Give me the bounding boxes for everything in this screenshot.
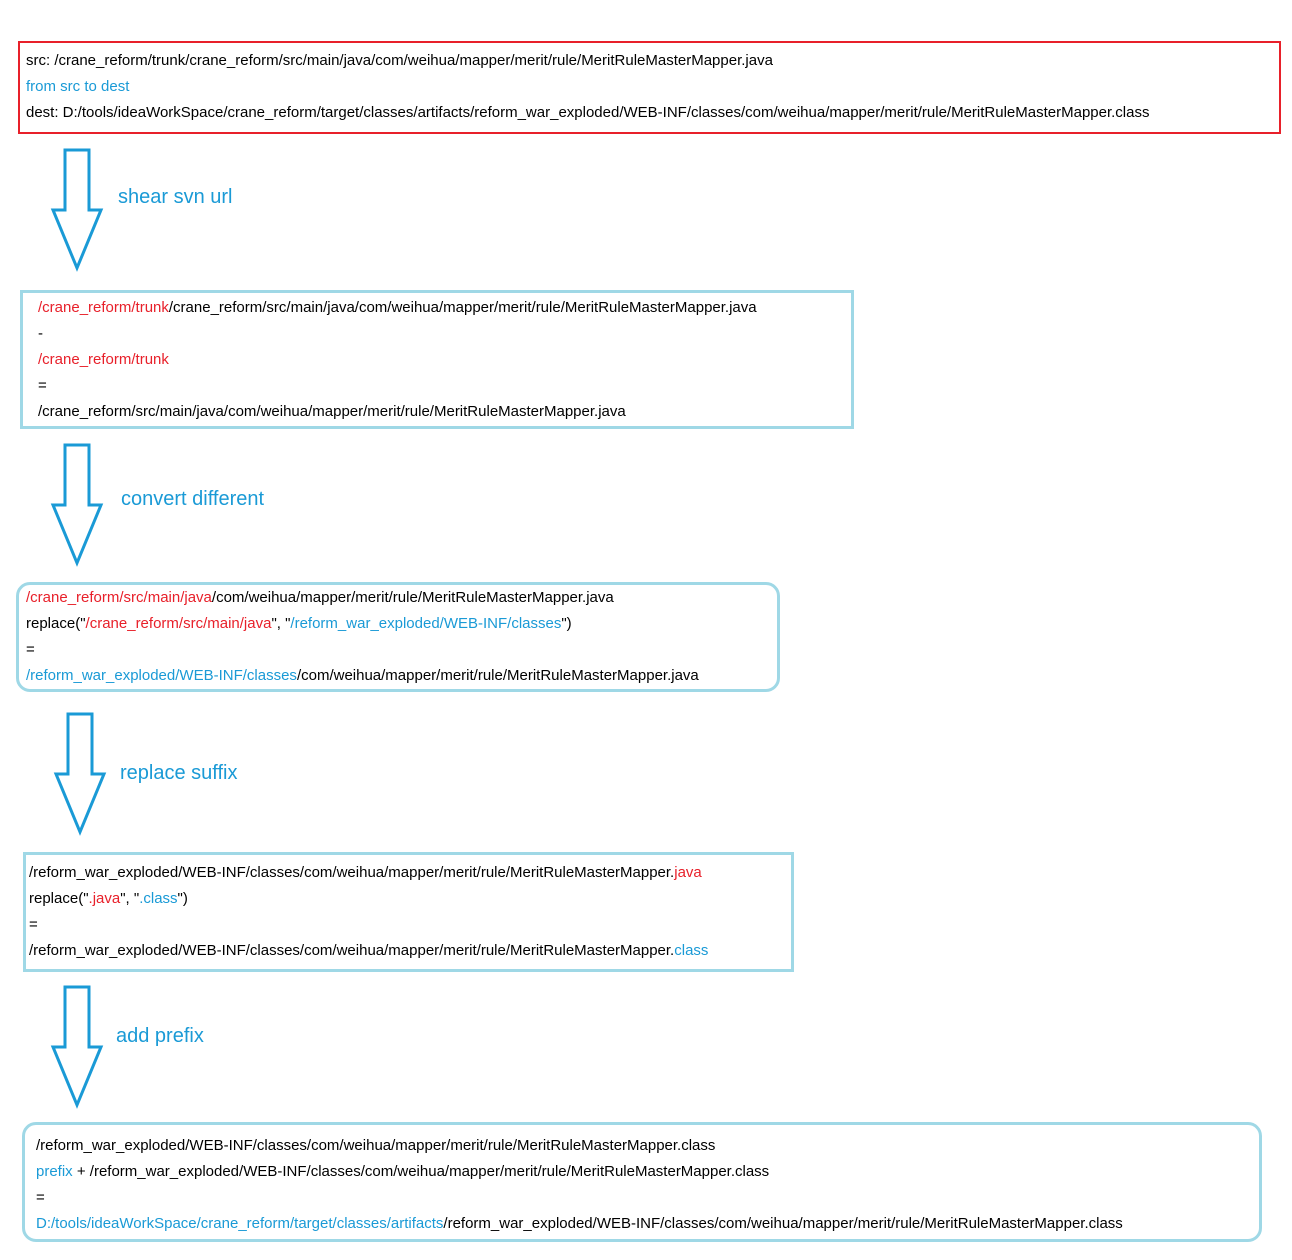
box2-line-3: /crane_reform/trunk	[38, 351, 169, 368]
shear-svn-url-box: /crane_reform/trunk/crane_reform/src/mai…	[20, 290, 854, 429]
source-destination-box: src: /crane_reform/trunk/crane_reform/sr…	[18, 41, 1281, 134]
box3-line-1: /crane_reform/src/main/java/com/weihua/m…	[26, 589, 614, 606]
convert-different-box: /crane_reform/src/main/java/com/weihua/m…	[16, 582, 780, 692]
box4-equals: =	[29, 916, 38, 933]
box4-replace-call: replace(".java", ".class")	[29, 890, 188, 907]
box5-equals: =	[36, 1189, 45, 1206]
box2-minus: -	[38, 325, 43, 342]
down-arrow-icon	[53, 712, 107, 836]
step-add-prefix: add prefix	[116, 1025, 204, 1047]
box2-equals: =	[38, 377, 47, 394]
dest-path-text: dest: D:/tools/ideaWorkSpace/crane_refor…	[26, 104, 1150, 121]
step-shear-svn-url: shear svn url	[118, 186, 233, 208]
add-prefix-box: /reform_war_exploded/WEB-INF/classes/com…	[22, 1122, 1262, 1242]
src-path-text: src: /crane_reform/trunk/crane_reform/sr…	[26, 52, 773, 69]
replace-suffix-box: /reform_war_exploded/WEB-INF/classes/com…	[23, 852, 794, 972]
down-arrow-icon	[50, 148, 104, 272]
box2-result: /crane_reform/src/main/java/com/weihua/m…	[38, 403, 626, 420]
box4-line-1: /reform_war_exploded/WEB-INF/classes/com…	[29, 864, 702, 881]
from-src-to-dest-text: from src to dest	[26, 78, 130, 95]
box5-prefix-expr: prefix + /reform_war_exploded/WEB-INF/cl…	[36, 1163, 770, 1180]
box3-result: /reform_war_exploded/WEB-INF/classes/com…	[26, 667, 699, 684]
box5-result: D:/tools/ideaWorkSpace/crane_reform/targ…	[36, 1215, 1123, 1232]
step-convert-different: convert different	[121, 488, 265, 510]
box3-equals: =	[26, 641, 35, 658]
box2-line-1: /crane_reform/trunk/crane_reform/src/mai…	[38, 299, 757, 316]
box4-result: /reform_war_exploded/WEB-INF/classes/com…	[29, 942, 709, 959]
down-arrow-icon	[50, 443, 104, 567]
box3-replace-call: replace("/crane_reform/src/main/java", "…	[26, 615, 572, 632]
down-arrow-icon	[50, 985, 104, 1109]
step-replace-suffix: replace suffix	[120, 762, 238, 784]
box5-line-1: /reform_war_exploded/WEB-INF/classes/com…	[36, 1137, 716, 1154]
